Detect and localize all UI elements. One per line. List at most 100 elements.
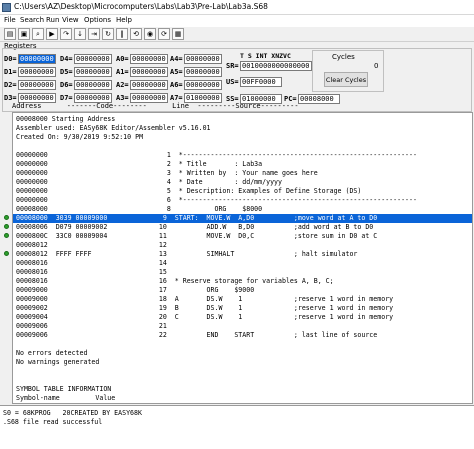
listing-line[interactable]: Symbol-name Value — [13, 394, 472, 403]
open-button[interactable]: ▤ — [4, 28, 16, 40]
rewind-icon: ⟲ — [133, 29, 139, 38]
message-pane: S0 = 68KPROG 20CREATED BY EASY68K .S68 f… — [0, 405, 474, 449]
data-register-label: D2= — [4, 81, 17, 89]
toolbar: ▤ ▣ ⌕ ▶ ↷ ↓ ⇥ ↻ ‖ ⟲ ◉ ⟳ ▦ — [0, 27, 474, 42]
addr-register-field[interactable]: 00000000 — [130, 67, 168, 77]
listing-line[interactable]: Assembler used: EASy68K Editor/Assembler… — [13, 124, 472, 133]
data-register-label: D6= — [60, 81, 73, 89]
listing-line[interactable]: SYMBOL TABLE INFORMATION — [13, 385, 472, 394]
data-register-field[interactable]: 00000000 — [18, 80, 56, 90]
find-icon: ⌕ — [36, 29, 40, 38]
listing-line[interactable]: 00008016 16 * Reserve storage for variab… — [13, 277, 472, 286]
menu-options[interactable]: Options — [84, 16, 111, 24]
listing-column-header: Address -------Code-------- Line -------… — [12, 102, 299, 110]
listing-line[interactable]: 00008016 15 — [13, 268, 472, 277]
listing-line[interactable]: 00008016 14 — [13, 259, 472, 268]
menu-view[interactable]: View — [62, 16, 79, 24]
addr-register-label: A3= — [116, 94, 129, 102]
addr-register-field[interactable]: 00000000 — [130, 54, 168, 64]
data-register-field[interactable]: 00000000 — [74, 67, 112, 77]
menu-run[interactable]: Run — [46, 16, 59, 24]
listing-line[interactable]: 00008012 FFFF FFFF 13 SIMHALT ; halt sim… — [13, 250, 472, 259]
addr-register-field[interactable]: 00000000 — [184, 80, 222, 90]
listing-line[interactable]: 00008006 D079 00009002 10 ADD.W B,D0 ;ad… — [13, 223, 472, 232]
menu-search[interactable]: Search — [20, 16, 44, 24]
listing-line[interactable]: No warnings generated — [13, 358, 472, 367]
run-to-cursor-button[interactable]: ⇥ — [88, 28, 100, 40]
breakpoint-marker-icon[interactable] — [4, 224, 9, 229]
trace-into-button[interactable]: ↓ — [74, 28, 86, 40]
listing-line[interactable]: 00009006 21 — [13, 322, 472, 331]
listing-line[interactable]: 00009002 19 B DS.W 1 ;reserve 1 word in … — [13, 304, 472, 313]
data-register-field[interactable]: 00000000 — [18, 67, 56, 77]
data-register-field[interactable]: 00000000 — [74, 54, 112, 64]
listing-line[interactable] — [13, 340, 472, 349]
listing-line[interactable]: 00000000 3 * Written by : Your name goes… — [13, 169, 472, 178]
listing-line[interactable]: 00000000 2 * Title : Lab3a — [13, 160, 472, 169]
reset-button[interactable]: ◉ — [144, 28, 156, 40]
listing-line[interactable]: 00009000 17 ORG $9000 — [13, 286, 472, 295]
sr-register-field[interactable]: 0010000000000000 — [240, 61, 312, 71]
listing-line[interactable] — [13, 376, 472, 385]
rewind-button[interactable]: ⟲ — [130, 28, 142, 40]
us-register-field[interactable]: 00FF0000 — [240, 77, 282, 87]
listing-line[interactable] — [13, 142, 472, 151]
clear-cycles-button[interactable]: Clear Cycles — [324, 72, 368, 87]
auto-trace-icon: ↻ — [105, 29, 111, 38]
listing-line[interactable]: 00008000 3039 00009000 9 START: MOVE.W A… — [13, 214, 472, 223]
sr-flags-header: T S INT XNZVC — [240, 52, 291, 60]
pause-button[interactable]: ‖ — [116, 28, 128, 40]
reset-icon: ◉ — [146, 29, 154, 38]
addr-register-label: A5= — [170, 68, 183, 76]
listing-line[interactable]: 00009004 20 C DS.W 1 ;reserve 1 word in … — [13, 313, 472, 322]
listing-line[interactable]: No errors detected — [13, 349, 472, 358]
pc-register-field[interactable]: 00008000 — [298, 94, 340, 104]
data-register-label: D3= — [4, 94, 17, 102]
addr-register-field[interactable]: 00000000 — [130, 80, 168, 90]
cycles-label: Cycles — [332, 53, 355, 61]
run-button[interactable]: ▶ — [46, 28, 58, 40]
listing-line[interactable]: 0000800C 33C0 00009004 11 MOVE.W D0,C ;s… — [13, 232, 472, 241]
listing-line[interactable] — [13, 367, 472, 376]
listing-line[interactable]: 00000000 4 * Date : dd/mm/yyyy — [13, 178, 472, 187]
listing-line[interactable]: 00000000 5 * Description: Examples of De… — [13, 187, 472, 196]
auto-trace-button[interactable]: ↻ — [102, 28, 114, 40]
pause-icon: ‖ — [120, 29, 124, 38]
save-button[interactable]: ▣ — [18, 28, 30, 40]
menu-help[interactable]: Help — [116, 16, 132, 24]
reload-button[interactable]: ⟳ — [158, 28, 170, 40]
cycles-count: 0 — [374, 62, 379, 70]
us-label: US= — [226, 78, 239, 86]
listing-line[interactable]: 00009000 18 A DS.W 1 ;reserve 1 word in … — [13, 295, 472, 304]
listing-line[interactable]: 00009006 22 END START ; last line of sou… — [13, 331, 472, 340]
menu-file[interactable]: File — [4, 16, 16, 24]
source-listing[interactable]: 00008000 Starting Address Assembler used:… — [12, 112, 473, 404]
title-bar: C:\Users\AZ\Desktop\Microcomputers\Labs\… — [0, 0, 474, 15]
find-button[interactable]: ⌕ — [32, 28, 44, 40]
breakpoint-gutter[interactable] — [0, 112, 12, 404]
sr-label: SR= — [226, 62, 239, 70]
addr-register-field[interactable]: 00000000 — [184, 67, 222, 77]
addr-register-label: A1= — [116, 68, 129, 76]
data-register-label: D4= — [60, 55, 73, 63]
listing-line[interactable]: 00008000 Starting Address — [13, 115, 472, 124]
addr-register-field[interactable]: 00000000 — [184, 54, 222, 64]
reload-icon: ⟳ — [161, 29, 167, 38]
listing-line[interactable]: Created On: 9/30/2019 9:52:10 PM — [13, 133, 472, 142]
app-icon — [2, 3, 11, 12]
menu-bar: File Search Run View Options Help — [0, 15, 474, 27]
data-register-label: D1= — [4, 68, 17, 76]
open-icon: ▤ — [6, 29, 14, 38]
data-register-field[interactable]: 00000000 — [74, 80, 112, 90]
breakpoint-marker-icon[interactable] — [4, 233, 9, 238]
breakpoint-marker-icon[interactable] — [4, 251, 9, 256]
logging-button[interactable]: ▦ — [172, 28, 184, 40]
data-register-field[interactable]: 00000000 — [18, 54, 56, 64]
breakpoint-marker-icon[interactable] — [4, 215, 9, 220]
listing-line[interactable]: 00008000 8 ORG $8000 — [13, 205, 472, 214]
addr-register-label: A0= — [116, 55, 129, 63]
listing-line[interactable]: 00000000 6 *----------------------------… — [13, 196, 472, 205]
step-over-button[interactable]: ↷ — [60, 28, 72, 40]
listing-line[interactable]: 00000000 1 *----------------------------… — [13, 151, 472, 160]
listing-line[interactable]: 00008012 12 — [13, 241, 472, 250]
